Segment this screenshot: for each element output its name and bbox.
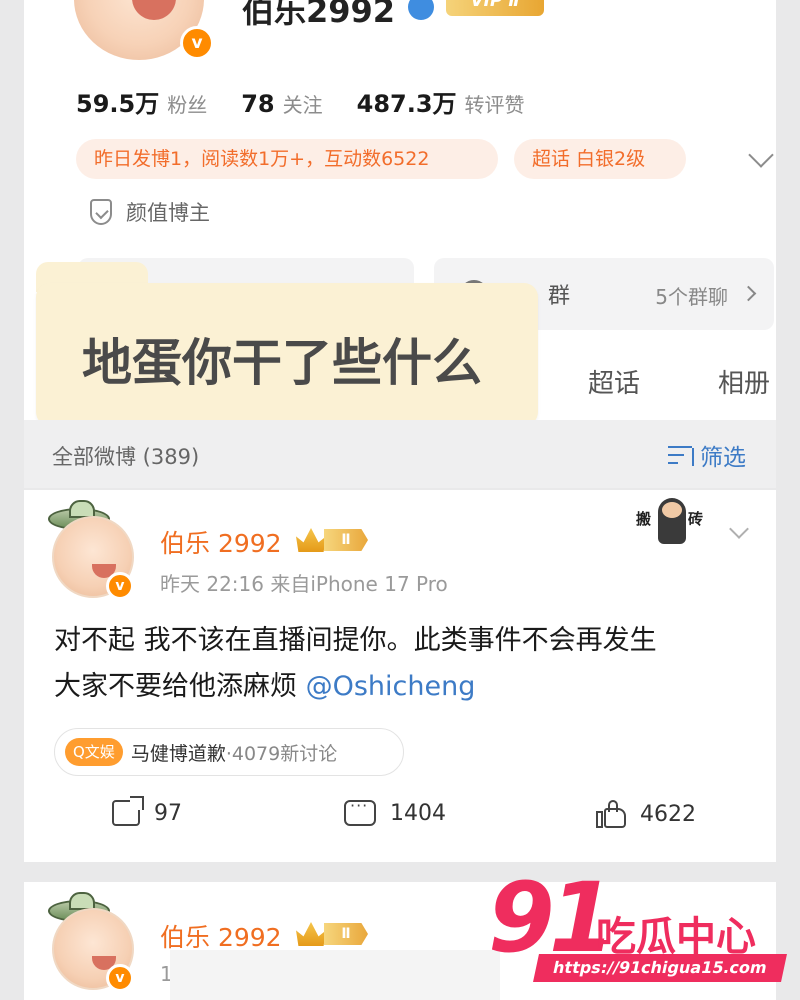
like-count: 4622 (640, 801, 696, 827)
crown-icon (296, 528, 326, 552)
comment-icon (344, 796, 376, 826)
thumbs-up-icon (596, 800, 626, 828)
feed-filter-bar: 全部微博 (389) 筛选 (24, 420, 776, 488)
chevron-right-icon (740, 285, 757, 302)
filter-button[interactable]: 筛选 (668, 438, 746, 472)
share-button[interactable]: 97 (112, 796, 182, 826)
crown-vip-badge[interactable]: Ⅱ (296, 528, 368, 552)
topic-chip[interactable]: Q文娱 马健博道歉 ·4079新讨论 (54, 728, 404, 776)
expand-chevron-down-icon[interactable] (748, 142, 774, 168)
sticky-note-text: 地蛋你干了些什么 (82, 334, 482, 392)
watermark-url: https://91chigua15.com (533, 954, 787, 982)
gender-male-icon (408, 0, 434, 20)
share-count: 97 (154, 800, 182, 826)
mention-link[interactable]: @Oshicheng (306, 671, 476, 702)
topic-name: 马健博道歉 (130, 742, 226, 765)
vip-badge[interactable]: VIP Ⅱ (446, 0, 544, 16)
engagement-count: 487.3万 (356, 90, 457, 118)
feed-count-label: 全部微博 (389) (52, 445, 200, 469)
verified-badge-icon: v (106, 964, 134, 992)
filter-sort-icon (668, 444, 694, 466)
crown-vip-badge[interactable]: Ⅱ (296, 922, 368, 946)
group-chat-count: 5个群聊 (655, 285, 728, 309)
verified-badge-icon: v (106, 572, 134, 600)
followers-count[interactable]: 59.5万 (76, 84, 159, 119)
supertopic-level-chip[interactable]: 超话 白银2级 (514, 139, 686, 179)
blurred-region (170, 950, 500, 1000)
verified-badge-icon: v (180, 26, 214, 60)
topic-discussion-count: ·4079新讨论 (225, 742, 338, 765)
group-chat-title: 群 (548, 284, 571, 309)
site-watermark: 91 吃瓜中心 https://91chigua15.com (488, 862, 788, 988)
creator-tag-label: 颜值博主 (126, 201, 210, 225)
engagement-label: 转评赞 (464, 93, 525, 117)
post-body-line2: 大家不要给他添麻烦 @Oshicheng (54, 664, 754, 710)
post-meta: 昨天 22:16 来自iPhone 17 Pro (160, 572, 448, 596)
post-body-text: 大家不要给他添麻烦 (54, 671, 306, 702)
profile-stats: 59.5万 粉丝 78 关注 487.3万 转评赞 (76, 84, 559, 119)
post-body-line1: 对不起 我不该在直播间提你。此类事件不会再发生 (54, 625, 657, 656)
brick-mover-sticker-icon: 搬 砖 (636, 494, 714, 546)
sticker-text-right: 砖 (688, 510, 704, 528)
crown-icon (296, 922, 326, 946)
like-button[interactable]: 4622 (596, 800, 696, 828)
sticker-text-left: 搬 (636, 510, 652, 528)
sticky-note-overlay: 地蛋你干了些什么 (36, 283, 538, 426)
creator-tag: 颜值博主 (90, 197, 210, 227)
following-count[interactable]: 78 (241, 90, 274, 118)
filter-label: 筛选 (700, 445, 746, 471)
post-author-name[interactable]: 伯乐 2992 (160, 524, 282, 560)
shield-check-icon (90, 199, 112, 225)
profile-username: 伯乐2992 (242, 0, 396, 30)
comment-button[interactable]: 1404 (344, 796, 446, 826)
comment-count: 1404 (390, 800, 446, 826)
crown-level-label: Ⅱ (324, 923, 368, 945)
post-body: 对不起 我不该在直播间提你。此类事件不会再发生 大家不要给他添麻烦 @Oshic… (54, 618, 754, 710)
crown-level-label: Ⅱ (324, 529, 368, 551)
share-icon (112, 796, 144, 826)
tab-supertopic[interactable]: 超话 (588, 363, 640, 400)
followers-label: 粉丝 (167, 93, 208, 117)
post-menu-chevron-icon[interactable] (729, 519, 749, 539)
tab-album[interactable]: 相册 (718, 363, 770, 400)
post-author-name[interactable]: 伯乐 2992 (160, 918, 282, 954)
following-label: 关注 (282, 93, 323, 117)
activity-chip[interactable]: 昨日发博1，阅读数1万+，互动数6522 (76, 139, 498, 179)
post-card[interactable]: v 伯乐 2992 Ⅱ 昨天 22:16 来自iPhone 17 Pro 搬 砖… (24, 490, 776, 862)
entertainment-tag: Q文娱 (65, 738, 123, 766)
